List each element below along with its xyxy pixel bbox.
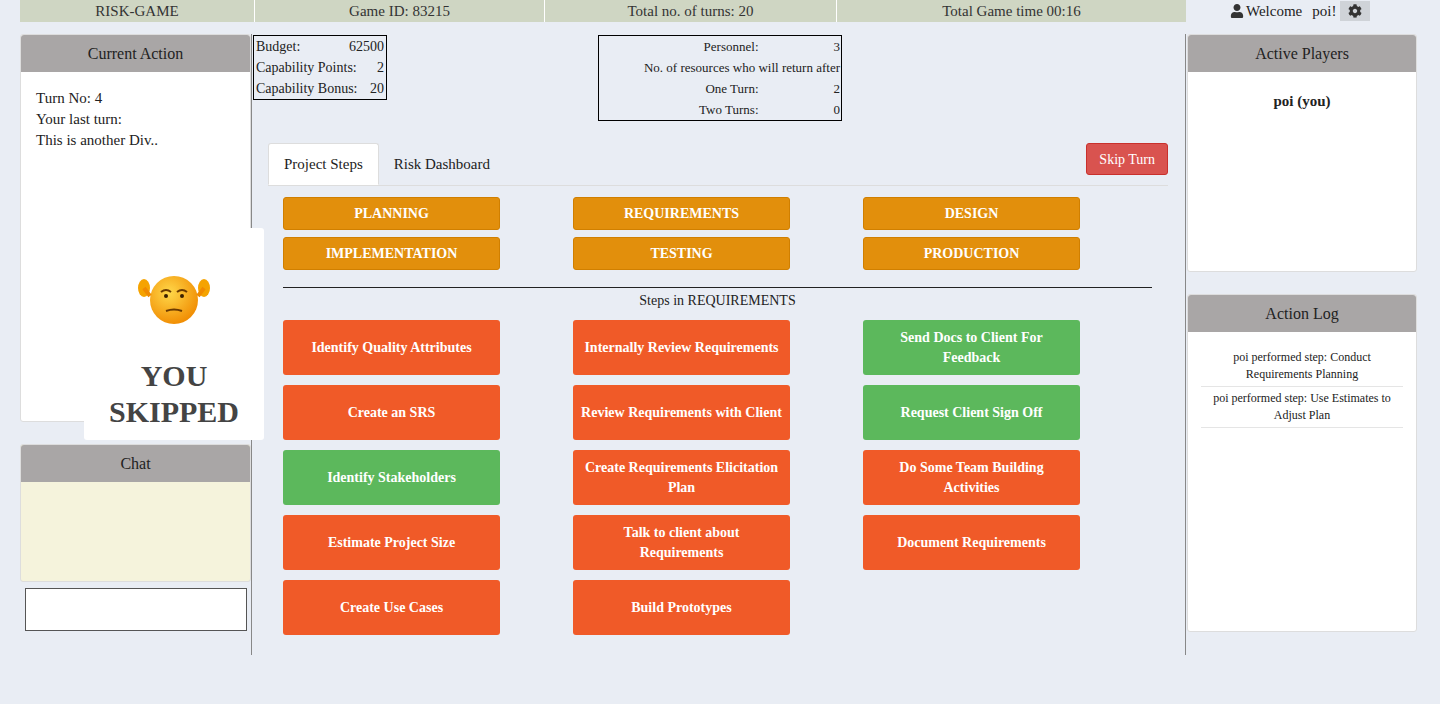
step-button[interactable]: Identify Stakeholders [283,450,500,505]
steps-heading: Steps in REQUIREMENTS [283,292,1152,310]
action-line: This is another Div.. [36,130,235,151]
log-entry: poi performed step: Use Estimates to Adj… [1201,387,1403,428]
phase-button[interactable]: REQUIREMENTS [573,197,790,230]
budget-row: Capability Points:2 [256,57,384,78]
phase-button[interactable]: PLANNING [283,197,500,230]
step-button[interactable]: Internally Review Requirements [573,320,790,375]
chat-input[interactable] [25,588,247,631]
settings-button[interactable] [1340,1,1370,21]
log-entry: poi performed step: Conduct Requirements… [1201,346,1403,387]
return-row: Two Turns:0 [599,99,840,120]
top-bar: RISK-GAMEGame ID: 83215Total no. of turn… [20,0,1186,22]
step-button[interactable]: Talk to client about Requirements [573,515,790,570]
risk-game-page: RISK-GAMEGame ID: 83215Total no. of turn… [0,0,1440,704]
gear-icon [1348,4,1362,18]
panel-header: Chat [21,445,250,482]
step-button[interactable]: Create Requirements Elicitation Plan [573,450,790,505]
tab[interactable]: Risk Dashboard [379,143,505,185]
budget-box: Budget:62500Capability Points:2Capabilit… [253,35,387,100]
action-line: Your last turn: [36,109,235,130]
welcome-text: Welcome [1246,0,1302,22]
panel-header: Action Log [1188,295,1416,332]
step-button[interactable]: Review Requirements with Client [573,385,790,440]
total-turns: Total no. of turns: 20 [545,0,837,22]
return-heading: No. of resources who will return after [599,57,840,78]
phase-button[interactable]: TESTING [573,237,790,270]
return-row: One Turn:2 [599,78,840,99]
step-button[interactable]: Create Use Cases [283,580,500,635]
game-id: Game ID: 83215 [255,0,545,22]
panel-header: Current Action [21,35,250,72]
step-button[interactable]: Identify Quality Attributes [283,320,500,375]
budget-row: Capability Bonus:20 [256,78,384,99]
step-button[interactable]: Request Client Sign Off [863,385,1080,440]
active-players-panel: Active Players poi (you) [1187,34,1417,272]
user-icon [1230,4,1244,18]
phase-button[interactable]: DESIGN [863,197,1080,230]
step-button[interactable]: Estimate Project Size [283,515,500,570]
personnel-box: Personnel:3No. of resources who will ret… [598,35,842,121]
tab[interactable]: Project Steps [268,143,379,185]
chat-panel: Chat [20,444,251,582]
step-button[interactable]: Build Prototypes [573,580,790,635]
step-button[interactable]: Create an SRS [283,385,500,440]
game-time: Total Game time 00:16 [837,0,1186,22]
action-line: Turn No: 4 [36,88,235,109]
step-button[interactable]: Do Some Team Building Activities [863,450,1080,505]
user-name: poi! [1312,0,1336,22]
skipped-text: YOU [109,358,239,394]
app-name: RISK-GAME [20,0,255,22]
skip-turn-button[interactable]: Skip Turn [1086,143,1168,175]
step-button[interactable]: Document Requirements [863,515,1080,570]
phase-button[interactable]: IMPLEMENTATION [283,237,500,270]
skipped-text: SKIPPED [109,394,239,430]
divider [283,287,1152,288]
step-button[interactable]: Send Docs to Client For Feedback [863,320,1080,375]
personnel-row: Personnel:3 [599,36,840,57]
player-name: poi (you) [1188,90,1416,113]
shrug-emoji-icon [134,268,214,328]
budget-row: Budget:62500 [256,36,384,57]
action-log-panel: Action Log poi performed step: Conduct Re… [1187,294,1417,632]
skipped-overlay: YOUSKIPPED [84,228,264,440]
panel-header: Active Players [1188,35,1416,72]
phase-button[interactable]: PRODUCTION [863,237,1080,270]
